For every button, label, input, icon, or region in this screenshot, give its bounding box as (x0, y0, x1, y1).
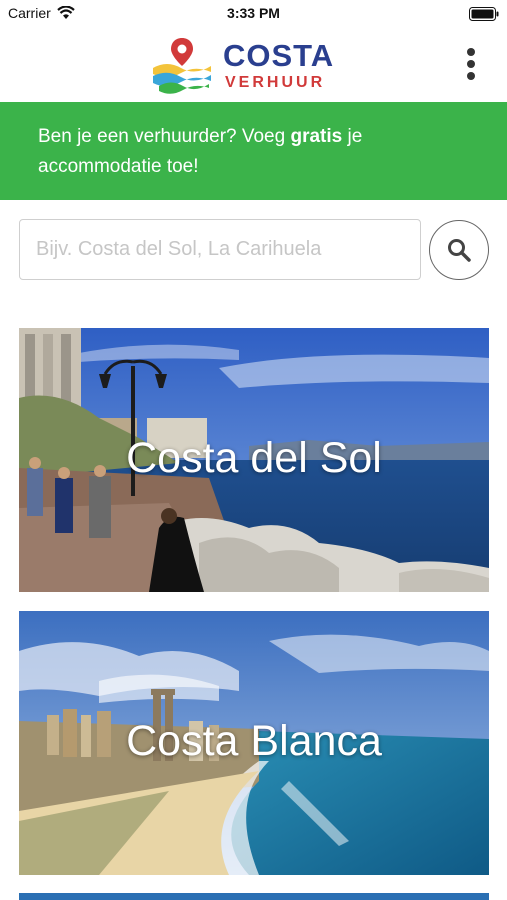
search-button[interactable] (429, 220, 489, 280)
destination-title: Costa Blanca (126, 717, 382, 765)
search-input[interactable] (19, 219, 421, 280)
logo-mark-icon (153, 38, 211, 94)
landlord-banner[interactable]: Ben je een verhuurder? Voeg gratis je ac… (0, 102, 507, 200)
destination-card-costa-del-sol[interactable]: Costa del Sol (19, 328, 489, 592)
destination-card-next[interactable] (19, 893, 489, 900)
dot-icon (467, 48, 475, 56)
app-header: COSTA VERHUUR (0, 28, 507, 102)
clock: 3:33 PM (227, 5, 280, 21)
search-row (19, 219, 489, 281)
battery-icon (469, 7, 499, 21)
banner-text-bold: gratis (290, 126, 343, 147)
status-bar: Carrier 3:33 PM (0, 0, 507, 28)
logo-wordmark-bottom: VERHUUR (225, 74, 326, 91)
logo-wordmark-top: COSTA (223, 38, 335, 73)
destination-title: Costa del Sol (126, 434, 382, 482)
search-icon (448, 239, 471, 262)
dot-icon (467, 60, 475, 68)
banner-text-start: Ben je een verhuurder? Voeg (38, 126, 291, 147)
destination-card-costa-blanca[interactable]: Costa Blanca (19, 611, 489, 875)
more-menu-button[interactable] (463, 48, 479, 80)
dot-icon (467, 72, 475, 80)
costa-verhuur-logo[interactable]: COSTA VERHUUR (151, 34, 341, 96)
